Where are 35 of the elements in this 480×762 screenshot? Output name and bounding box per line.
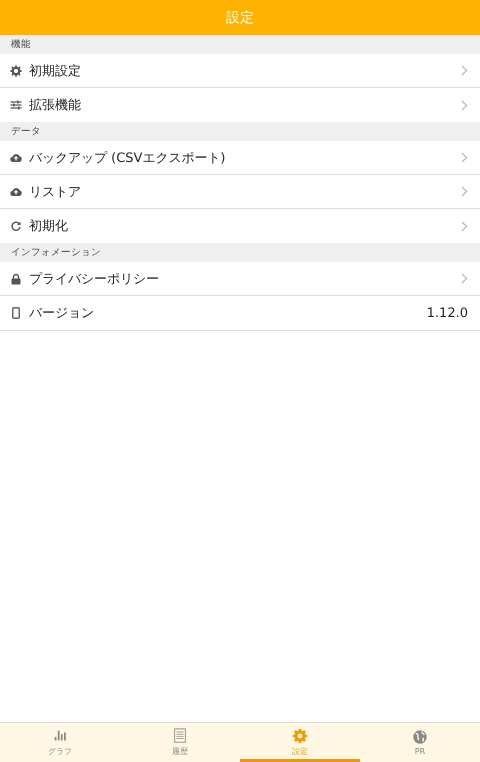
header-title: 設定	[0, 0, 480, 35]
phone-icon	[10, 307, 22, 319]
row-label: リストア	[29, 184, 82, 200]
settings-row[interactable]: 初期設定	[0, 54, 480, 88]
gear-icon	[10, 64, 22, 76]
settings-row[interactable]: バックアップ (CSVエクスポート)	[0, 141, 480, 175]
row-label: 拡張機能	[29, 97, 82, 114]
row-label: 初期化	[29, 218, 69, 235]
lock-icon	[10, 272, 22, 284]
chevron-icon	[461, 220, 468, 232]
row-label: プライバシーポリシー	[29, 270, 160, 288]
chevron-icon	[461, 273, 468, 284]
cloud-icon	[10, 186, 22, 198]
section-header: データ	[0, 122, 480, 141]
settings-row[interactable]: 初期化	[0, 209, 480, 243]
sliders-icon	[10, 99, 22, 111]
row-label: バックアップ (CSVエクスポート)	[29, 150, 226, 166]
settings-row[interactable]: バージョン 1.12.0	[0, 296, 480, 330]
settings-row[interactable]: プライバシーポリシー	[0, 262, 480, 296]
chevron-icon	[461, 186, 468, 197]
list-icon	[172, 728, 188, 744]
cloud-icon	[10, 152, 22, 164]
refresh-icon	[10, 220, 22, 232]
section-header: 機能	[0, 35, 480, 54]
settings-row[interactable]: 拡張機能	[0, 88, 480, 122]
chevron-icon	[461, 152, 468, 163]
row-label: バージョン	[29, 305, 95, 322]
globe-icon	[412, 729, 428, 745]
gear-icon	[292, 728, 308, 744]
chevron-icon	[461, 100, 468, 110]
section-header: インフォメーション	[0, 243, 480, 262]
settings-row[interactable]: リストア	[0, 175, 480, 209]
chevron-icon	[461, 65, 468, 76]
version-value: 1.12.0	[426, 306, 468, 320]
row-label: 初期設定	[29, 62, 82, 80]
